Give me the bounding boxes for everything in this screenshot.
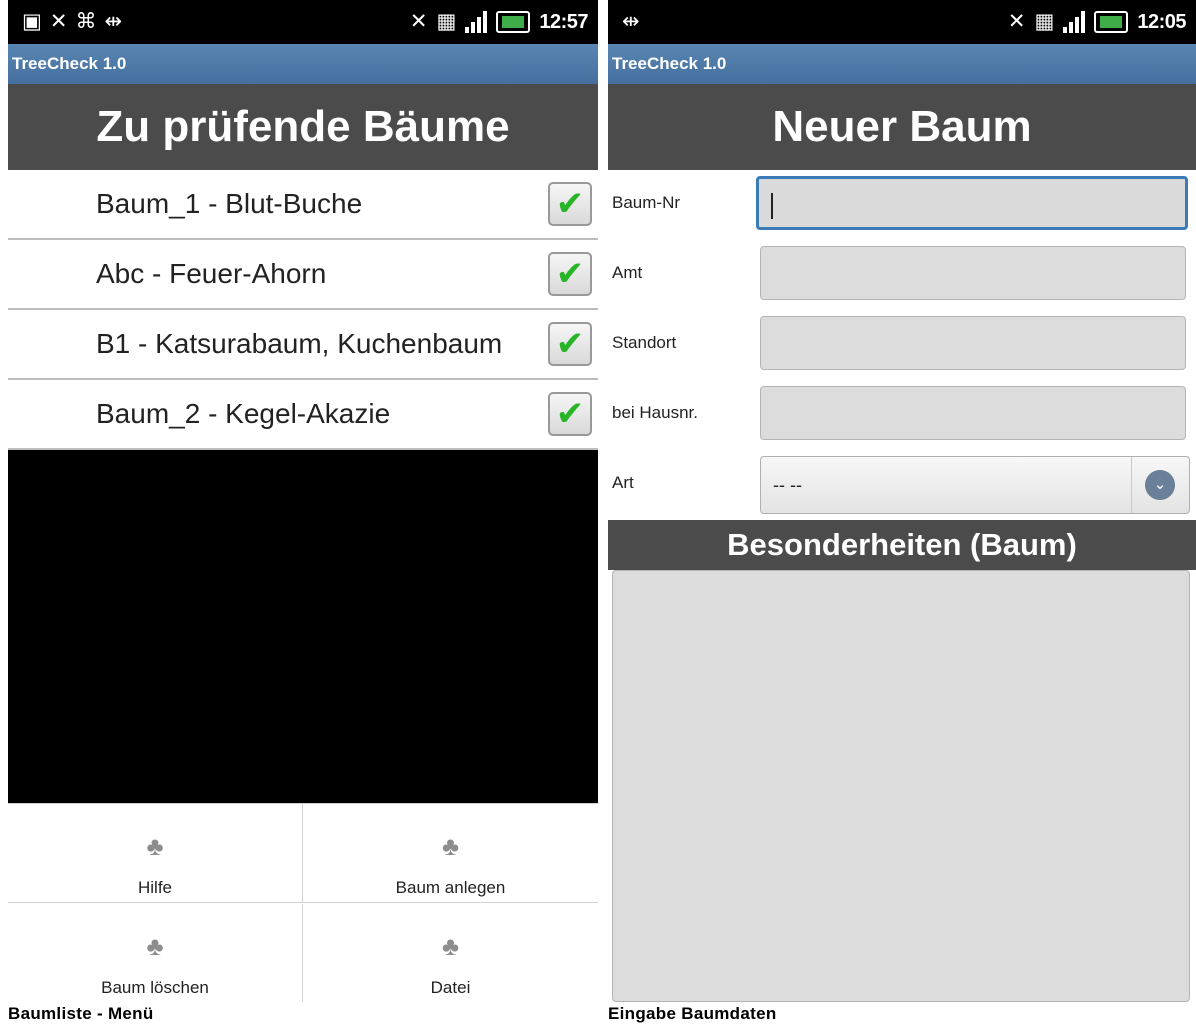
sim-icon: ▦: [1034, 10, 1055, 33]
status-right: ✕ ▦ 12:57: [410, 9, 588, 35]
checkbox-checked[interactable]: ✔: [548, 252, 592, 296]
phone-screen-tree-list: ▣ ✕ ⌘ ⇹ ✕ ▦ 12:57 TreeCheck 1.0 Zu prüfe…: [8, 0, 598, 1002]
field-label: Standort: [612, 333, 677, 352]
checkbox-checked[interactable]: ✔: [548, 182, 592, 226]
form-row-location: Standort: [608, 310, 1196, 380]
briefcase-icon: ▣: [22, 10, 42, 33]
field-label: Baum-Nr: [612, 193, 681, 212]
menu-item-delete-tree[interactable]: ♣ Baum löschen: [8, 904, 303, 1002]
species-select[interactable]: -- -- ⌄: [760, 456, 1190, 514]
chevron-down-icon: ⌄: [1145, 470, 1175, 500]
missed-call-icon: ✕: [49, 10, 68, 33]
species-select-value: -- --: [773, 475, 802, 495]
phone-screen-new-tree: ⇹ ✕ ▦ 12:05 TreeCheck 1.0 Neuer Baum Bau…: [608, 0, 1196, 1002]
data-icon: ▦: [436, 10, 457, 33]
menu-item-add-tree[interactable]: ♣ Baum anlegen: [303, 804, 598, 903]
caption-tree-list: Baumliste - Menü: [8, 1004, 154, 1023]
battery-icon: [1094, 11, 1129, 33]
usb-icon: ⇹: [622, 10, 640, 33]
app-title-bar: TreeCheck 1.0: [608, 44, 1196, 84]
office-input[interactable]: [760, 246, 1186, 300]
tree-help-icon: ♣: [146, 831, 164, 861]
tree-list-item[interactable]: Baum_2 - Kegel-Akazie ✔: [8, 380, 598, 450]
field-label: Amt: [612, 263, 643, 282]
tree-list-item[interactable]: B1 - Katsurabaum, Kuchenbaum ✔: [8, 310, 598, 380]
page-title: Zu prüfende Bäume: [8, 84, 598, 170]
form-row-tree-number: Baum-Nr: [608, 170, 1196, 240]
form-row-office: Amt: [608, 240, 1196, 310]
network-icon: ⌘: [75, 10, 97, 33]
dropdown-button[interactable]: ⌄: [1131, 457, 1189, 513]
special-features-textarea[interactable]: [612, 570, 1190, 1002]
caption-new-tree: Eingabe Baumdaten: [608, 1004, 777, 1023]
options-menu: ♣ Hilfe ♣ Baum anlegen ♣ Baum löschen ♣ …: [8, 803, 598, 1002]
form-row-species: Art -- -- ⌄: [608, 450, 1196, 520]
new-tree-form: Baum-Nr Amt Standort bei Hausnr. Art -- …: [608, 170, 1196, 1002]
signal-icon: [1063, 11, 1086, 33]
page-title: Neuer Baum: [608, 84, 1196, 170]
menu-item-label: Baum anlegen: [395, 878, 506, 897]
menu-item-label: Baum löschen: [101, 978, 209, 997]
tree-label: Abc - Feuer-Ahorn: [96, 258, 327, 289]
usb-icon: ⇹: [104, 10, 123, 33]
tree-add-icon: ♣: [441, 831, 460, 861]
checkbox-checked[interactable]: ✔: [548, 392, 592, 436]
status-right: ✕ ▦ 12:05: [1008, 9, 1186, 35]
checkbox-checked[interactable]: ✔: [548, 322, 592, 366]
form-row-house-number: bei Hausnr.: [608, 380, 1196, 450]
menu-item-file[interactable]: ♣ Datei: [303, 904, 598, 1002]
notification-icons: ▣ ✕ ⌘ ⇹: [22, 9, 122, 35]
field-label: Art: [612, 473, 634, 492]
status-time: 12:57: [539, 11, 588, 33]
app-title-bar: TreeCheck 1.0: [8, 44, 598, 84]
signal-icon: [465, 11, 488, 33]
tree-label: B1 - Katsurabaum, Kuchenbaum: [96, 328, 503, 359]
mute-icon: ✕: [1007, 10, 1026, 33]
tree-list-item[interactable]: Abc - Feuer-Ahorn ✔: [8, 240, 598, 310]
battery-icon: [496, 11, 531, 33]
tree-label: Baum_1 - Blut-Buche: [96, 188, 363, 219]
status-time: 12:05: [1137, 11, 1186, 33]
menu-item-help[interactable]: ♣ Hilfe: [8, 804, 303, 903]
section-title: Besonderheiten (Baum): [608, 520, 1196, 570]
text-cursor: [771, 193, 773, 220]
notification-icons: ⇹: [622, 9, 640, 35]
tree-number-input[interactable]: [756, 176, 1188, 230]
menu-item-label: Datei: [430, 978, 471, 997]
location-input[interactable]: [760, 316, 1186, 370]
tree-list-item[interactable]: Baum_1 - Blut-Buche ✔: [8, 170, 598, 240]
status-bar: ⇹ ✕ ▦ 12:05: [608, 0, 1196, 44]
tree-delete-icon: ♣: [146, 931, 164, 961]
field-label: bei Hausnr.: [612, 403, 698, 422]
mute-icon: ✕: [409, 10, 428, 33]
menu-item-label: Hilfe: [137, 878, 172, 897]
house-number-input[interactable]: [760, 386, 1186, 440]
tree-list: Baum_1 - Blut-Buche ✔ Abc - Feuer-Ahorn …: [8, 170, 598, 450]
status-bar: ▣ ✕ ⌘ ⇹ ✕ ▦ 12:57: [8, 0, 598, 44]
tree-file-icon: ♣: [441, 931, 460, 961]
tree-label: Baum_2 - Kegel-Akazie: [96, 398, 391, 429]
